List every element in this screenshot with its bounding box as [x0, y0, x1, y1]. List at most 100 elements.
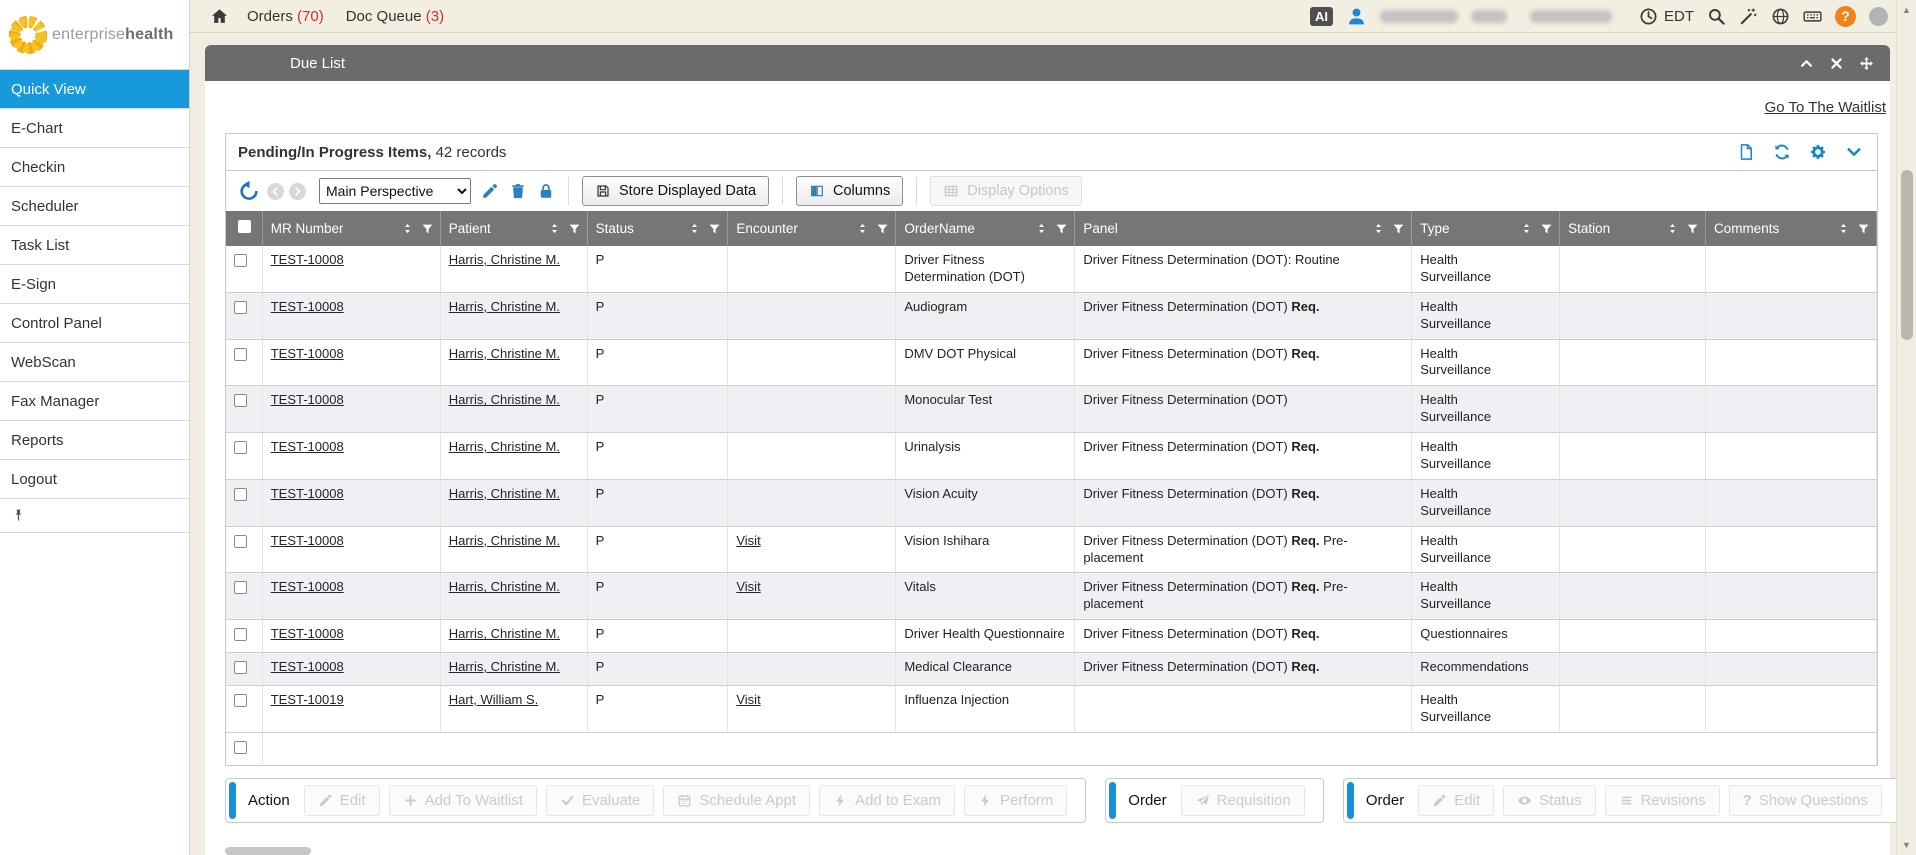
sort-icon[interactable]	[1035, 221, 1048, 236]
vertical-scrollbar-thumb[interactable]	[1901, 170, 1913, 340]
mr-number-link[interactable]: TEST-10008	[271, 392, 344, 407]
row-checkbox[interactable]	[234, 661, 247, 674]
status-circle-icon[interactable]	[1869, 7, 1888, 26]
home-icon[interactable]	[210, 7, 229, 26]
column-header-panel[interactable]: Panel	[1075, 211, 1412, 246]
column-header-comments[interactable]: Comments	[1705, 211, 1876, 246]
sort-icon[interactable]	[548, 221, 561, 236]
close-panel-icon[interactable]	[1829, 56, 1844, 71]
sidebar-item-quick-view[interactable]: Quick View	[0, 70, 189, 109]
filter-icon[interactable]	[1392, 222, 1405, 236]
nav-orders[interactable]: Orders (70)	[247, 8, 324, 25]
sidebar-item-e-chart[interactable]: E-Chart	[0, 109, 189, 148]
sort-icon[interactable]	[1837, 221, 1850, 236]
undo-icon[interactable]	[238, 180, 260, 202]
patient-link[interactable]: Harris, Christine M.	[449, 299, 560, 314]
collapse-panel-icon[interactable]	[1799, 56, 1814, 71]
mr-number-link[interactable]: TEST-10019	[271, 692, 344, 707]
column-header-ordername[interactable]: OrderName	[896, 211, 1075, 246]
row-checkbox[interactable]	[234, 301, 247, 314]
sidebar-item-task-list[interactable]: Task List	[0, 226, 189, 265]
mr-number-link[interactable]: TEST-10008	[271, 659, 344, 674]
row-checkbox[interactable]	[234, 581, 247, 594]
keyboard-icon[interactable]	[1803, 7, 1822, 26]
patient-link[interactable]: Harris, Christine M.	[449, 626, 560, 641]
filter-icon[interactable]	[876, 222, 889, 236]
patient-link[interactable]: Harris, Christine M.	[449, 392, 560, 407]
column-header-encounter[interactable]: Encounter	[728, 211, 896, 246]
sidebar-item-checkin[interactable]: Checkin	[0, 148, 189, 187]
column-header-mr-number[interactable]: MR Number	[262, 211, 440, 246]
column-header-patient[interactable]: Patient	[440, 211, 587, 246]
patient-link[interactable]: Harris, Christine M.	[449, 439, 560, 454]
sidebar-item-scheduler[interactable]: Scheduler	[0, 187, 189, 226]
patient-link[interactable]: Harris, Christine M.	[449, 579, 560, 594]
move-panel-icon[interactable]	[1859, 56, 1874, 71]
filter-icon[interactable]	[1686, 222, 1699, 236]
scroll-down-arrow[interactable]: ▼	[1897, 840, 1916, 850]
perspective-select[interactable]: Main Perspective	[319, 178, 471, 204]
sort-icon[interactable]	[1520, 221, 1533, 236]
lock-perspective-icon[interactable]	[537, 182, 555, 200]
mr-number-link[interactable]: TEST-10008	[271, 533, 344, 548]
column-header-type[interactable]: Type	[1412, 211, 1560, 246]
horizontal-scrollbar-thumb[interactable]	[225, 847, 311, 855]
patient-link[interactable]: Harris, Christine M.	[449, 252, 560, 267]
filter-icon[interactable]	[708, 222, 721, 236]
row-checkbox[interactable]	[234, 348, 247, 361]
sort-icon[interactable]	[1666, 221, 1679, 236]
pin-icon[interactable]	[11, 508, 26, 523]
delete-perspective-icon[interactable]	[509, 182, 527, 200]
visit-link[interactable]: Visit	[736, 533, 760, 548]
new-document-icon[interactable]	[1737, 143, 1755, 161]
row-checkbox[interactable]	[234, 254, 247, 267]
refresh-icon[interactable]	[1773, 143, 1791, 161]
row-checkbox[interactable]	[234, 694, 247, 707]
mr-number-link[interactable]: TEST-10008	[271, 252, 344, 267]
search-icon[interactable]	[1707, 7, 1726, 26]
scroll-up-arrow[interactable]: ▲	[1897, 5, 1916, 15]
sidebar-item-webscan[interactable]: WebScan	[0, 343, 189, 382]
column-header-status[interactable]: Status	[587, 211, 728, 246]
row-checkbox[interactable]	[234, 628, 247, 641]
visit-link[interactable]: Visit	[736, 692, 760, 707]
row-checkbox[interactable]	[234, 741, 247, 754]
collapse-grid-icon[interactable]	[1845, 143, 1863, 161]
mr-number-link[interactable]: TEST-10008	[271, 579, 344, 594]
patient-link[interactable]: Hart, William S.	[449, 692, 539, 707]
filter-icon[interactable]	[421, 222, 434, 236]
patient-link[interactable]: Harris, Christine M.	[449, 486, 560, 501]
help-icon[interactable]: ?	[1835, 6, 1856, 27]
sidebar-item-fax-manager[interactable]: Fax Manager	[0, 382, 189, 421]
row-checkbox[interactable]	[234, 441, 247, 454]
filter-icon[interactable]	[1540, 222, 1553, 236]
mr-number-link[interactable]: TEST-10008	[271, 299, 344, 314]
nav-doc-queue[interactable]: Doc Queue (3)	[346, 8, 444, 25]
sidebar-item-reports[interactable]: Reports	[0, 421, 189, 460]
mr-number-link[interactable]: TEST-10008	[271, 626, 344, 641]
go-to-waitlist-link[interactable]: Go To The Waitlist	[1765, 99, 1886, 116]
sort-icon[interactable]	[688, 221, 701, 236]
history-back-button[interactable]	[267, 183, 284, 200]
gear-icon[interactable]	[1809, 143, 1827, 161]
visit-link[interactable]: Visit	[736, 579, 760, 594]
mr-number-link[interactable]: TEST-10008	[271, 346, 344, 361]
row-checkbox[interactable]	[234, 394, 247, 407]
row-checkbox[interactable]	[234, 535, 247, 548]
filter-icon[interactable]	[1857, 222, 1870, 236]
filter-icon[interactable]	[568, 222, 581, 236]
history-forward-button[interactable]	[289, 183, 306, 200]
sort-icon[interactable]	[856, 221, 869, 236]
ai-badge[interactable]: AI	[1310, 7, 1333, 26]
patient-link[interactable]: Harris, Christine M.	[449, 346, 560, 361]
store-displayed-data-button[interactable]: Store Displayed Data	[582, 176, 769, 206]
mr-number-link[interactable]: TEST-10008	[271, 439, 344, 454]
column-header-station[interactable]: Station	[1560, 211, 1706, 246]
patient-link[interactable]: Harris, Christine M.	[449, 659, 560, 674]
select-all-checkbox[interactable]	[238, 220, 251, 233]
clock-icon[interactable]	[1639, 7, 1658, 26]
filter-icon[interactable]	[1055, 222, 1068, 236]
edit-perspective-icon[interactable]	[481, 182, 499, 200]
sidebar-item-logout[interactable]: Logout	[0, 460, 189, 499]
patient-link[interactable]: Harris, Christine M.	[449, 533, 560, 548]
